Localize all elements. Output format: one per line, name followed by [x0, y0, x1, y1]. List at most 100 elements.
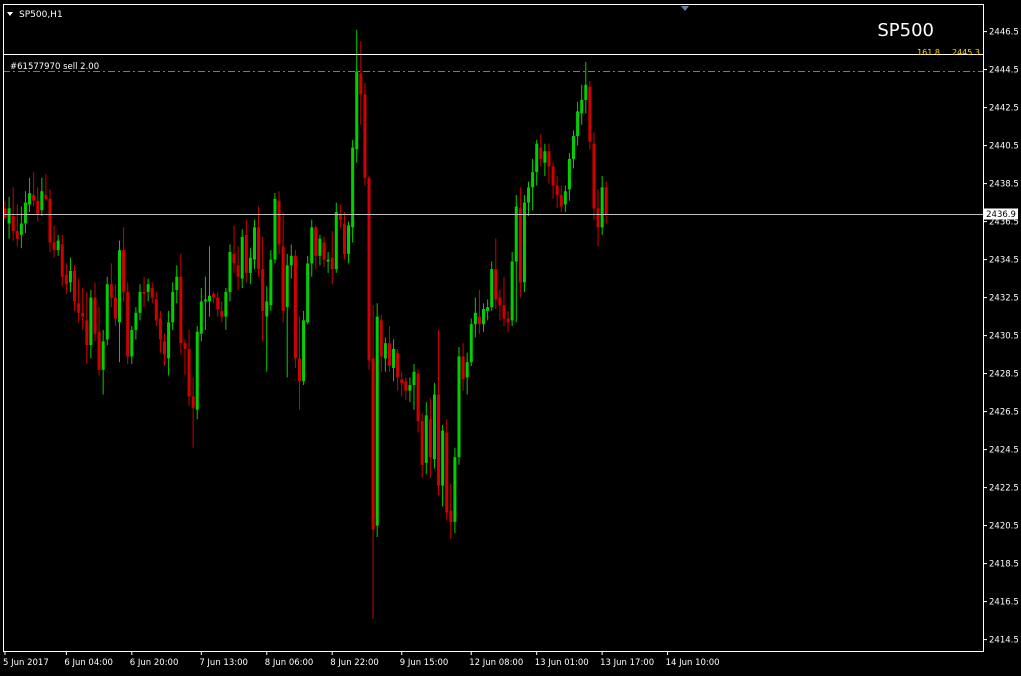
candle-body — [85, 320, 89, 346]
candle — [457, 347, 461, 465]
y-tick-label: 2438.5 — [989, 180, 1019, 190]
candle-body — [109, 284, 113, 298]
candle-body — [392, 348, 396, 368]
x-tick-label: 13 Jun 17:00 — [600, 658, 654, 668]
candle-body — [167, 322, 171, 359]
candle-body — [510, 261, 514, 321]
order-label[interactable]: #61577970 sell 2.00 — [10, 62, 99, 72]
candle-body — [44, 195, 48, 199]
candle-body — [179, 276, 183, 344]
candle-body — [559, 195, 563, 207]
candle-body — [257, 227, 261, 270]
candle-body — [171, 291, 175, 323]
candle-body — [567, 158, 571, 190]
candle-body — [220, 310, 224, 317]
candle-body — [375, 316, 379, 526]
candle-body — [580, 100, 584, 114]
symbol-watermark: SP500 — [877, 20, 934, 41]
y-tick-label: 2426.5 — [989, 408, 1019, 418]
candle — [510, 252, 514, 327]
candle — [453, 447, 457, 534]
candle-body — [445, 432, 449, 513]
candle-body — [19, 223, 23, 235]
candle-body — [183, 343, 187, 349]
chart-title: SP500,H1 — [19, 10, 63, 20]
candle-body — [7, 208, 11, 224]
y-tick-label: 2430.5 — [989, 332, 1019, 342]
candle-body — [527, 187, 531, 203]
candle-body — [216, 297, 220, 309]
candle-body — [363, 94, 367, 178]
candle-body — [428, 419, 432, 458]
candle-body — [563, 191, 567, 205]
candle — [351, 139, 355, 243]
candle-body — [469, 324, 473, 363]
candle — [592, 132, 596, 220]
candle-body — [32, 195, 36, 201]
candle-body — [355, 71, 359, 150]
candle-body — [432, 394, 436, 460]
candle-body — [113, 297, 117, 319]
candle-body — [36, 200, 40, 214]
candle — [105, 276, 109, 346]
price-chart[interactable]: SP500,H1 SP500 #61577970 sell 2.00 161.8… — [0, 0, 1021, 672]
candle-body — [539, 147, 543, 159]
y-tick-label: 2414.5 — [989, 636, 1019, 646]
x-tick-label: 8 Jun 22:00 — [330, 658, 379, 668]
candle-body — [56, 240, 60, 251]
candle-body — [232, 253, 236, 264]
y-tick-label: 2416.5 — [989, 598, 1019, 608]
candle-body — [244, 234, 248, 273]
candle-body — [122, 250, 126, 292]
candle-body — [498, 297, 502, 306]
candle-body — [64, 274, 68, 285]
candle — [469, 318, 473, 366]
chart-window[interactable]: SP500,H1 SP500 #61577970 sell 2.00 161.8… — [0, 0, 1021, 672]
candle-body — [543, 151, 547, 163]
candle-body — [302, 320, 306, 382]
candle-body — [126, 291, 130, 357]
candle-body — [142, 291, 146, 294]
y-tick-label: 2434.5 — [989, 256, 1019, 266]
candle — [126, 282, 130, 365]
candle-body — [490, 269, 494, 308]
y-tick-label: 2424.5 — [989, 446, 1019, 456]
candle-body — [306, 263, 310, 323]
candle-body — [281, 246, 285, 311]
candle-body — [604, 187, 608, 214]
candle-body — [105, 284, 109, 340]
candle-body — [482, 309, 486, 325]
candle-body — [551, 166, 555, 186]
candle-body — [572, 136, 576, 159]
candle-body — [77, 303, 81, 313]
y-tick-label: 2440.5 — [989, 142, 1019, 152]
candle-body — [457, 356, 461, 458]
candle-body — [81, 312, 85, 317]
candle-body — [23, 202, 27, 224]
candle-body — [453, 457, 457, 522]
candle-body — [163, 341, 167, 355]
y-tick-label: 2422.5 — [989, 484, 1019, 494]
candle-body — [387, 343, 391, 366]
x-tick-label: 6 Jun 04:00 — [64, 658, 113, 668]
x-tick-label: 5 Jun 2017 — [3, 658, 49, 668]
candle-body — [93, 297, 97, 334]
candle-body — [293, 255, 297, 359]
candle-body — [588, 86, 592, 142]
candle-body — [252, 227, 256, 260]
candle-body — [396, 352, 400, 378]
candle-body — [60, 244, 64, 277]
candle-body — [203, 299, 207, 302]
candle — [363, 82, 367, 186]
candle-body — [592, 143, 596, 209]
candle — [375, 303, 379, 537]
candle-body — [195, 331, 199, 410]
candle-body — [576, 111, 580, 137]
fib-price-label: 2445.3 — [952, 48, 980, 57]
candle-body — [424, 415, 428, 463]
candle — [306, 255, 310, 325]
candle — [588, 81, 592, 150]
candle-body — [236, 265, 240, 277]
candle-body — [449, 510, 453, 522]
candle-body — [322, 242, 326, 260]
